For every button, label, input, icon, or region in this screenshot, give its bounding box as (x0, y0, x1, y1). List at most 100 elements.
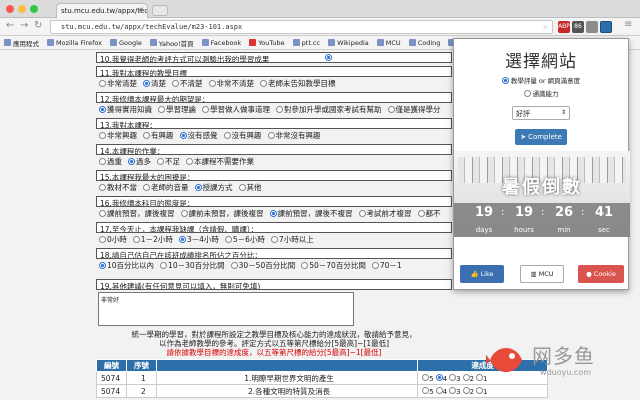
minimize-window-button[interactable] (18, 5, 26, 13)
browser-tab[interactable]: stu.mcu.edu.tw/appx/techE ✕ (56, 3, 148, 18)
answer-radio[interactable] (208, 80, 216, 87)
option-radio[interactable] (501, 76, 509, 84)
answer-option[interactable]: 10－30百分比間 (160, 260, 225, 271)
answer-option[interactable]: 非常沒有興趣 (267, 130, 321, 141)
url-field[interactable]: stu.mcu.edu.tw/appx/techEvalue/m23-101.a… (50, 20, 553, 34)
answer-option[interactable]: 考試前才複習 (358, 208, 412, 219)
answer-radio[interactable] (179, 132, 187, 139)
answer-radio[interactable] (194, 184, 202, 191)
answer-radio[interactable] (276, 106, 283, 113)
answer-radio[interactable] (238, 184, 246, 191)
new-tab-button[interactable] (152, 5, 168, 16)
answer-option[interactable]: 學習做人做事道理 (202, 104, 270, 115)
answer-option[interactable]: 3－4小時 (178, 234, 219, 245)
extension-badge-icon[interactable]: 86 (572, 21, 584, 33)
answer-option[interactable]: 本課程不需要作業 (186, 156, 254, 167)
rating-radio[interactable] (435, 386, 443, 394)
answer-radio[interactable] (143, 80, 150, 87)
answer-radio[interactable] (99, 184, 106, 191)
answer-radio[interactable] (387, 106, 395, 113)
answer-option[interactable]: 課前預習，課後複習 (99, 208, 175, 219)
option-general-ability[interactable]: 通識能力 (454, 88, 628, 98)
answer-option[interactable]: 不清楚 (172, 78, 203, 89)
answer-option[interactable]: 非常清楚 (99, 78, 137, 89)
option-radio[interactable] (523, 89, 531, 97)
answer-radio[interactable] (158, 106, 165, 113)
bookmark-item[interactable]: ptt.cc (292, 39, 320, 47)
answer-radio[interactable] (99, 158, 106, 165)
forward-icon[interactable]: → (20, 20, 28, 31)
answer-radio[interactable] (99, 106, 106, 113)
answer-radio[interactable] (132, 236, 140, 243)
back-icon[interactable]: ← (6, 20, 14, 31)
bookmark-item[interactable]: YouTube (249, 39, 285, 47)
answer-option[interactable]: 0小時 (99, 234, 127, 245)
answer-option[interactable]: 課前未預習，課後複習 (180, 208, 264, 219)
answer-option[interactable]: 有興趣 (143, 130, 174, 141)
rating-radio[interactable] (435, 373, 443, 381)
like-button[interactable]: 👍 Like (460, 265, 504, 283)
answer-option[interactable]: 5－6小時 (224, 234, 265, 245)
answer-radio[interactable] (160, 262, 168, 269)
rating-radio[interactable] (462, 373, 470, 381)
answer-radio[interactable] (270, 236, 278, 243)
answer-option[interactable]: 其他 (238, 182, 262, 193)
answer-option[interactable]: 非常不清楚 (208, 78, 254, 89)
answer-option[interactable]: 7小時以上 (270, 234, 314, 245)
answer-option[interactable]: 教材不當 (99, 182, 137, 193)
answer-option[interactable]: 70－1 (371, 260, 402, 271)
close-window-button[interactable] (6, 5, 14, 13)
window-controls[interactable] (6, 5, 38, 13)
bookmark-item[interactable]: Coding (408, 39, 440, 47)
rating-radio[interactable] (462, 386, 470, 394)
answer-radio[interactable] (157, 158, 164, 165)
answer-option[interactable]: 僅是獲得學分 (387, 104, 441, 115)
bookmark-item[interactable]: MCU (376, 39, 401, 47)
answer-option[interactable]: 不足 (157, 156, 180, 167)
bookmark-item[interactable]: Yahoo!首頁 (149, 38, 194, 48)
bookmark-item[interactable]: Google (109, 39, 142, 47)
answer-radio[interactable] (143, 184, 150, 191)
bookmark-item[interactable]: Mozilla Firefox (47, 39, 102, 47)
complete-button[interactable]: ➤ Complete (515, 129, 567, 145)
answer-option[interactable]: 10百分比以內 (99, 260, 154, 271)
reload-icon[interactable]: ↻ (34, 20, 42, 31)
answer-option[interactable]: 沒有興趣 (223, 130, 262, 141)
bookmark-item[interactable]: Wikipedia (328, 39, 369, 47)
menu-icon[interactable]: ≡ (624, 19, 632, 30)
option-teaching-eval[interactable]: 教學評量 or 網頁滿意度 (454, 75, 628, 85)
answer-option[interactable]: 清楚 (143, 78, 166, 89)
answer-option[interactable]: 1－2小時 (132, 234, 173, 245)
answer-option[interactable]: 過多 (128, 156, 151, 167)
rating-radio[interactable] (476, 386, 484, 394)
answer-option[interactable]: 老師的音量 (143, 182, 189, 193)
answer-option[interactable]: 非常興趣 (99, 130, 137, 141)
answer-option[interactable]: 50－70百分比間 (301, 260, 366, 271)
bookmark-item[interactable]: Facebook (201, 39, 241, 47)
answer-radio[interactable] (267, 132, 275, 139)
countdown-extension-icon[interactable] (600, 21, 612, 33)
answer-option[interactable]: 獲得實用知識 (99, 104, 152, 115)
answer-radio[interactable] (358, 210, 366, 217)
rating-select[interactable]: 好評 ⇕ (512, 106, 570, 120)
answer-radio[interactable] (371, 262, 379, 269)
answer-radio[interactable] (172, 80, 179, 87)
answer-radio[interactable] (260, 80, 267, 87)
answer-radio[interactable] (325, 54, 332, 61)
maximize-window-button[interactable] (30, 5, 38, 13)
answer-radio[interactable] (301, 262, 309, 269)
answer-radio[interactable] (230, 262, 238, 269)
rating-radio[interactable] (476, 373, 484, 381)
mcu-button[interactable]: ▥ MCU (520, 265, 564, 283)
answer-radio[interactable] (224, 236, 232, 243)
answer-option[interactable]: 沒有感覺 (179, 130, 218, 141)
tab-close-icon[interactable]: ✕ (138, 6, 144, 14)
answer-radio[interactable] (269, 210, 277, 217)
answer-option[interactable]: 對參加升學或國家考試有幫助 (276, 104, 382, 115)
bookmark-item[interactable]: 應用程式 (4, 38, 39, 48)
answer-radio[interactable] (180, 210, 188, 217)
answer-radio[interactable] (143, 132, 150, 139)
answer-option[interactable]: 老師未告知教學目標 (260, 78, 336, 89)
answer-radio[interactable] (99, 236, 106, 243)
answer-radio[interactable] (417, 210, 425, 217)
